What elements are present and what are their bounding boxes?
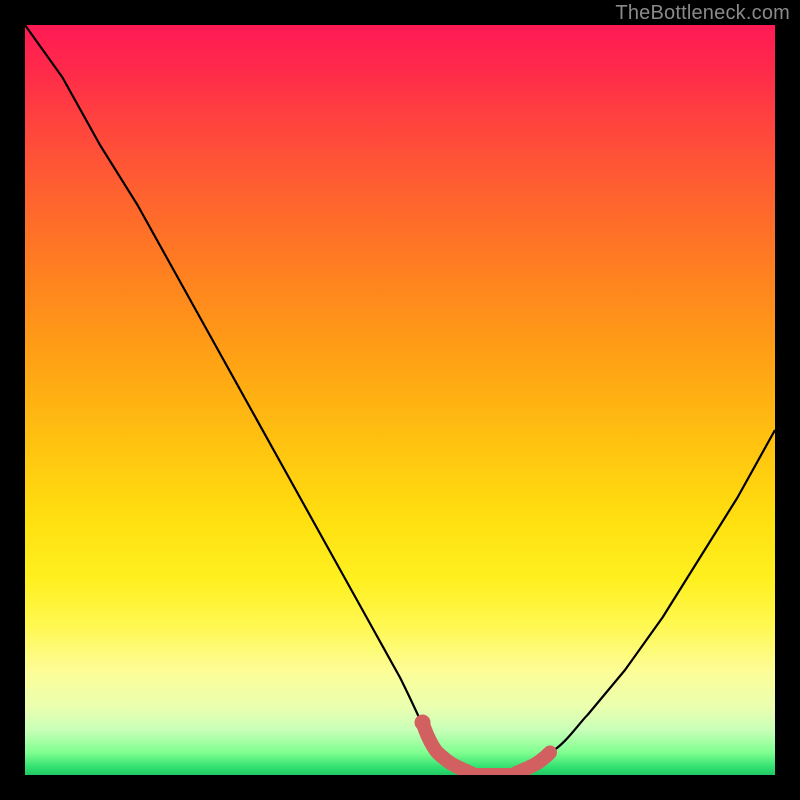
watermark-text: TheBottleneck.com [615,2,790,25]
plot-svg [25,25,775,775]
valley-highlight [423,723,551,776]
bottleneck-curve [25,25,775,775]
plot-area [25,25,775,775]
highlight-dot [415,715,431,731]
chart-frame: TheBottleneck.com [0,0,800,800]
